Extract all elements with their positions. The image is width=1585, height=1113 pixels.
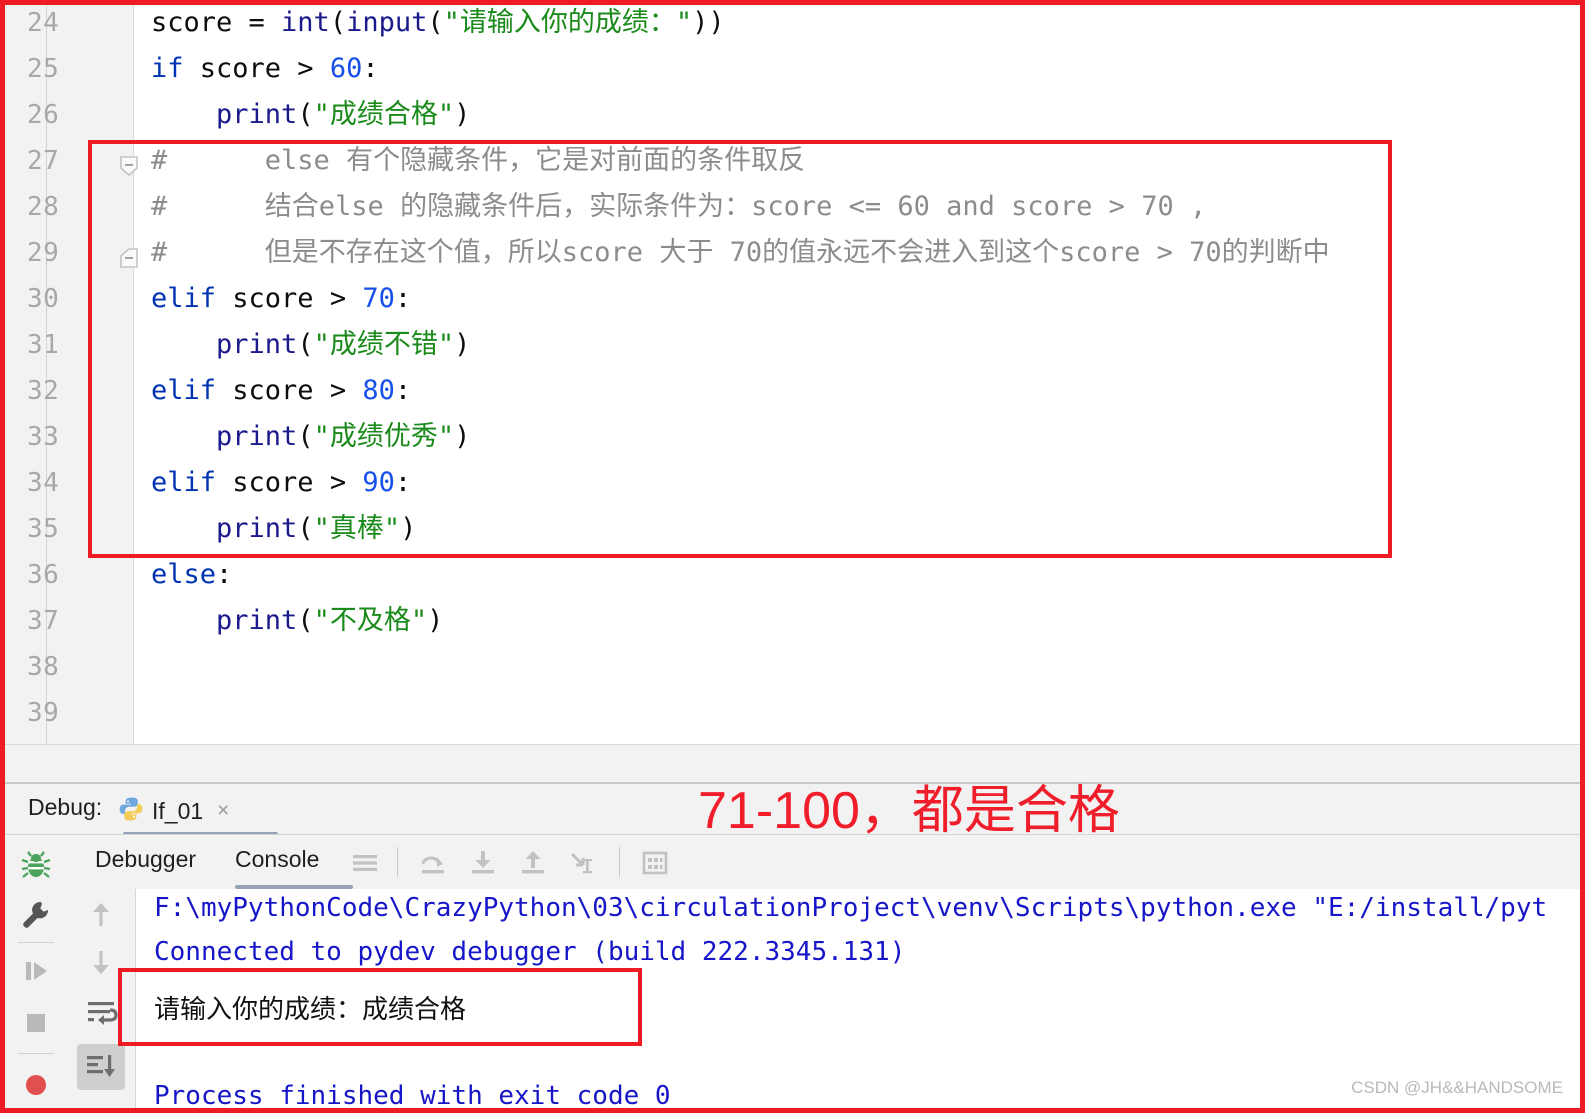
fold-end-icon[interactable] — [119, 242, 139, 268]
evaluate-expression-icon[interactable] — [639, 847, 671, 879]
code-line[interactable]: 25 if score > 60: — [5, 46, 1583, 92]
code-text[interactable]: print("真棒") — [151, 506, 416, 552]
line-number: 29 — [27, 238, 60, 268]
code-text[interactable]: # else 有个隐藏条件，它是对前面的条件取反 — [151, 138, 805, 184]
line-number: 28 — [27, 192, 60, 222]
toolbar-separator-1 — [397, 847, 398, 877]
close-icon[interactable]: × — [217, 799, 229, 823]
step-out-icon[interactable] — [517, 847, 549, 879]
code-line[interactable]: 24 score = int(input("请输入你的成绩：")) — [5, 0, 1583, 46]
code-text[interactable]: print("成绩不错") — [151, 322, 470, 368]
code-text[interactable]: elif score > 90: — [151, 460, 411, 506]
debug-bug-icon[interactable] — [18, 847, 54, 883]
soft-wrap-icon[interactable] — [83, 994, 119, 1030]
line-number: 36 — [27, 560, 60, 590]
console-line: Process finished with exit code 0 — [154, 1081, 671, 1111]
console-side-rail[interactable] — [67, 889, 136, 1111]
code-line[interactable]: 36 else: — [5, 552, 1583, 598]
code-text[interactable]: elif score > 70: — [151, 276, 411, 322]
step-over-icon[interactable] — [417, 847, 449, 879]
line-number: 33 — [27, 422, 60, 452]
debug-tabs-row[interactable]: Debugger Console — [67, 835, 1583, 890]
debug-body[interactable]: Debugger Console F:\myPythonCode\CrazyPy… — [5, 834, 1583, 1111]
code-line[interactable]: 29 # 但是不存在这个值，所以score 大于 70的值永远不会进入到这个sco… — [5, 230, 1583, 276]
code-line[interactable]: 30 elif score > 70: — [5, 276, 1583, 322]
console-line: Connected to pydev debugger (build 222.3… — [154, 937, 906, 967]
code-text[interactable]: if score > 60: — [151, 46, 379, 92]
code-text[interactable]: score = int(input("请输入你的成绩：")) — [151, 0, 725, 46]
debug-tab-label: If_01 — [152, 797, 204, 824]
line-number: 27 — [27, 146, 60, 176]
scroll-to-end-icon[interactable] — [83, 1049, 119, 1085]
line-number: 38 — [27, 652, 60, 682]
code-text[interactable]: elif score > 80: — [151, 368, 411, 414]
resume-program-icon[interactable] — [18, 953, 54, 989]
code-text[interactable]: print("不及格") — [151, 598, 443, 644]
debug-left-rail[interactable] — [5, 835, 68, 1111]
line-number: 31 — [27, 330, 60, 360]
code-line[interactable]: 39 — [5, 690, 1583, 736]
code-line[interactable]: 33 print("成绩优秀") — [5, 414, 1583, 460]
tab-console[interactable]: Console — [235, 846, 319, 873]
stop-program-icon[interactable] — [18, 1005, 54, 1041]
line-number: 30 — [27, 284, 60, 314]
run-to-cursor-icon[interactable] — [567, 847, 599, 879]
code-line[interactable]: 35 print("真棒") — [5, 506, 1583, 552]
annotation-note: 71-100，都是合格 — [698, 782, 1120, 840]
breakpoint-dot-icon[interactable] — [18, 1067, 54, 1103]
python-icon — [118, 796, 144, 827]
code-text[interactable]: print("成绩优秀") — [151, 414, 470, 460]
code-line[interactable]: 28 # 结合else 的隐藏条件后，实际条件为：score <= 60 and … — [5, 184, 1583, 230]
code-text[interactable]: print("成绩合格") — [151, 92, 470, 138]
rail-separator-2 — [18, 1053, 54, 1054]
debug-label: Debug: — [28, 794, 103, 820]
code-editor[interactable]: 24 score = int(input("请输入你的成绩：")) 25 if sco… — [5, 4, 1583, 744]
console-line: 请输入你的成绩：成绩合格 — [154, 995, 467, 1025]
line-number: 26 — [27, 100, 60, 130]
step-into-icon[interactable] — [467, 847, 499, 879]
code-line[interactable]: 38 — [5, 644, 1583, 690]
rail-separator-1 — [18, 942, 54, 943]
watermark: CSDN @JH&&HANDSOME — [1351, 1078, 1563, 1097]
arrow-down-icon[interactable] — [83, 944, 119, 980]
line-number: 32 — [27, 376, 60, 406]
arrow-up-icon[interactable] — [83, 897, 119, 933]
toolbar-separator-2 — [619, 847, 620, 877]
line-number: 24 — [27, 8, 60, 38]
code-line[interactable]: 37 print("不及格") — [5, 598, 1583, 644]
code-text[interactable]: # 但是不存在这个值，所以score 大于 70的值永远不会进入到这个score… — [151, 230, 1330, 276]
code-text[interactable]: # 结合else 的隐藏条件后，实际条件为：score <= 60 and sc… — [151, 184, 1206, 230]
line-number: 35 — [27, 514, 60, 544]
line-number: 25 — [27, 54, 60, 84]
code-line[interactable]: 32 elif score > 80: — [5, 368, 1583, 414]
console-line: F:\myPythonCode\CrazyPython\03\circulati… — [154, 893, 1548, 923]
line-number: 34 — [27, 468, 60, 498]
tab-debugger[interactable]: Debugger — [95, 846, 196, 873]
code-line[interactable]: 26 print("成绩合格") — [5, 92, 1583, 138]
settings-wrench-icon[interactable] — [18, 897, 54, 933]
code-line[interactable]: 27 # else 有个隐藏条件，它是对前面的条件取反 — [5, 138, 1583, 184]
code-line[interactable]: 31 print("成绩不错") — [5, 322, 1583, 368]
debug-session-tab[interactable]: If_01 × — [118, 790, 229, 832]
fold-collapse-icon[interactable] — [119, 150, 139, 177]
line-number: 37 — [27, 606, 60, 636]
line-number: 39 — [27, 698, 60, 728]
code-text[interactable]: else: — [151, 552, 232, 598]
code-line[interactable]: 34 elif score > 90: — [5, 460, 1583, 506]
menu-icon[interactable] — [349, 847, 381, 879]
